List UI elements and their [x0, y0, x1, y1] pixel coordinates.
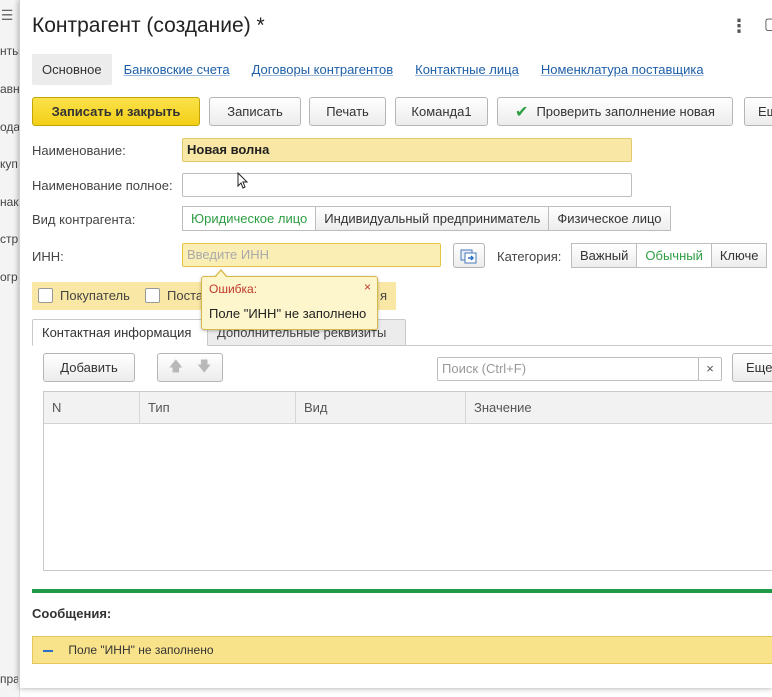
- bg-footer-text: пра: [0, 672, 18, 686]
- bg-sidebar-item[interactable]: стр: [0, 232, 20, 246]
- hidden-checkbox-label-tail: я: [380, 288, 388, 303]
- contact-info-table: N Тип Вид Значение: [43, 391, 772, 571]
- more-button[interactable]: Ещ: [744, 97, 772, 126]
- error-tooltip-title: Ошибка:: [209, 282, 258, 296]
- supplier-checkbox-label[interactable]: Поста: [167, 288, 203, 303]
- category-option-important[interactable]: Важный: [571, 243, 638, 268]
- buyer-checkbox-label[interactable]: Покупатель: [60, 288, 130, 303]
- supplier-checkbox[interactable]: [145, 288, 160, 303]
- bg-sidebar-item[interactable]: ода: [0, 120, 20, 134]
- error-tooltip: Ошибка: × Поле "ИНН" не заполнено: [201, 269, 378, 330]
- form-title: Контрагент (создание) *: [32, 14, 265, 37]
- full-name-field[interactable]: [182, 173, 632, 197]
- message-item[interactable]: Поле "ИНН" не заполнено: [32, 636, 772, 664]
- check-fill-button[interactable]: ✔ Проверить заполнение новая: [497, 97, 733, 126]
- save-button[interactable]: Записать: [209, 97, 301, 126]
- bg-sidebar-item[interactable]: авн: [0, 82, 20, 96]
- arrow-down-icon[interactable]: 🡇: [197, 356, 211, 380]
- category-label: Категория:: [497, 249, 562, 264]
- tab-supplier-nomenclature[interactable]: Номенклатура поставщика: [541, 62, 704, 77]
- arrow-up-icon[interactable]: 🡅: [169, 356, 183, 380]
- messages-divider: [32, 589, 772, 593]
- kind-option-individual[interactable]: Физическое лицо: [548, 206, 671, 231]
- more-actions-icon[interactable]: ⋮: [730, 16, 748, 37]
- category-option-ordinary[interactable]: Обычный: [636, 243, 712, 268]
- move-buttons: 🡅 🡇: [157, 353, 223, 382]
- error-tooltip-text: Поле "ИНН" не заполнено: [209, 306, 367, 321]
- mouse-cursor-icon: [237, 172, 249, 189]
- command1-button[interactable]: Команда1: [395, 97, 488, 126]
- clear-search-icon[interactable]: ×: [698, 357, 722, 381]
- form-tabs: Основное Банковские счета Договоры контр…: [32, 52, 726, 86]
- background-app-sidebar: ☰ нты авн ода куп нак стр огр: [0, 0, 20, 697]
- check-fill-label: Проверить заполнение новая: [536, 104, 715, 119]
- kind-option-legal[interactable]: Юридическое лицо: [182, 206, 317, 231]
- search-input[interactable]: Поиск (Ctrl+F): [437, 357, 699, 381]
- inn-label: ИНН:: [32, 249, 64, 264]
- inn-lookup-icon: [460, 249, 477, 263]
- message-text: Поле "ИНН" не заполнено: [68, 643, 214, 657]
- bg-sidebar-item[interactable]: нты: [0, 44, 20, 58]
- tab-contact-info[interactable]: Контактная информация: [32, 319, 208, 346]
- kind-option-entrepreneur[interactable]: Индивидуальный предприниматель: [315, 206, 550, 231]
- table-header: N Тип Вид Значение: [44, 392, 772, 424]
- message-marker-icon: [43, 649, 53, 652]
- tab-main[interactable]: Основное: [32, 53, 112, 85]
- tab-bank-accounts[interactable]: Банковские счета: [124, 62, 230, 77]
- menu-icon[interactable]: ☰: [0, 7, 14, 24]
- checkmark-icon: ✔: [515, 103, 529, 121]
- print-button[interactable]: Печать: [309, 97, 386, 126]
- bg-sidebar-item[interactable]: куп: [0, 157, 20, 171]
- messages-label: Сообщения:: [32, 606, 112, 621]
- inn-field[interactable]: Введите ИНН: [182, 243, 441, 267]
- tab-contracts[interactable]: Договоры контрагентов: [252, 62, 394, 77]
- bg-sidebar-item[interactable]: нак: [0, 195, 20, 209]
- column-header-type[interactable]: Тип: [140, 392, 296, 424]
- name-label: Наименование:: [32, 143, 126, 158]
- column-header-value[interactable]: Значение: [466, 392, 772, 424]
- counterparty-form-window: Контрагент (создание) * ⋮ ▢ Основное Бан…: [19, 0, 772, 688]
- kind-selector: Юридическое лицо Индивидуальный предприн…: [182, 206, 671, 231]
- buyer-checkbox[interactable]: [38, 288, 53, 303]
- inn-lookup-button[interactable]: [453, 243, 485, 268]
- full-name-label: Наименование полное:: [32, 178, 173, 193]
- more-table-button[interactable]: Еще: [732, 353, 772, 382]
- column-header-kind[interactable]: Вид: [296, 392, 466, 424]
- tab-contact-persons[interactable]: Контактные лица: [415, 62, 519, 77]
- category-selector: Важный Обычный Ключе: [571, 243, 767, 268]
- category-option-key[interactable]: Ключе: [710, 243, 767, 268]
- details-tabs: Дополнительные реквизиты Контактная инфо…: [32, 319, 772, 346]
- column-header-n[interactable]: N: [44, 392, 140, 424]
- save-and-close-button[interactable]: Записать и закрыть: [32, 97, 200, 126]
- window-maximize-icon[interactable]: ▢: [764, 14, 772, 34]
- bg-sidebar-item[interactable]: огр: [0, 270, 20, 284]
- add-button[interactable]: Добавить: [43, 353, 135, 382]
- kind-label: Вид контрагента:: [32, 212, 136, 227]
- close-icon[interactable]: ×: [364, 280, 371, 294]
- name-field[interactable]: Новая волна: [182, 138, 632, 162]
